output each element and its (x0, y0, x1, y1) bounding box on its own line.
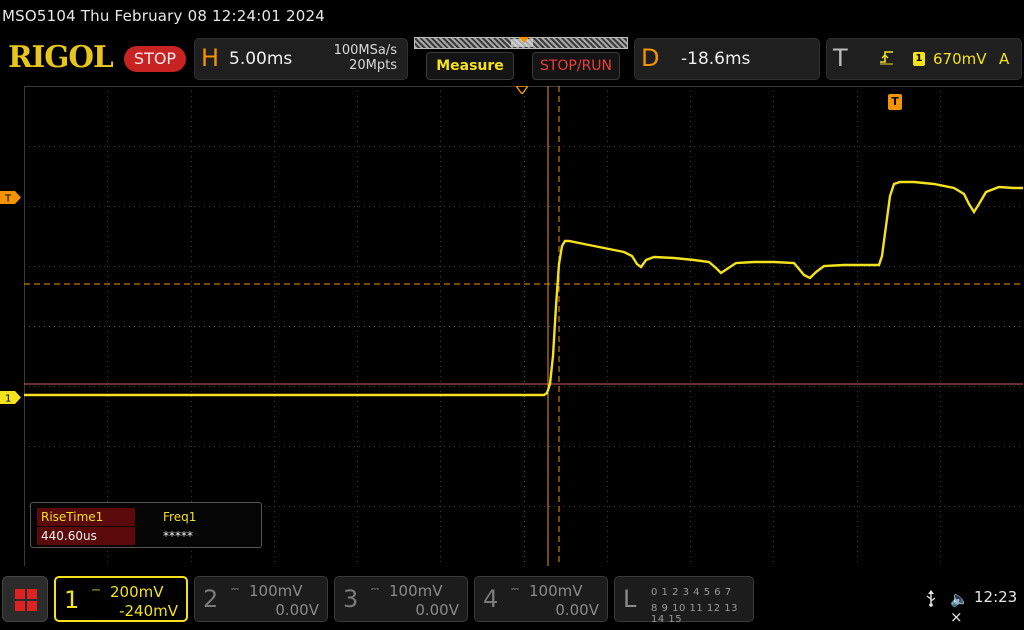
run-state-badge[interactable]: STOP (124, 46, 186, 72)
trigger-level-value: 670mV (933, 50, 987, 68)
channel-offset: -240mV (119, 602, 178, 620)
trigger-position-badge: T (888, 94, 902, 110)
channel-offset: 0.00V (415, 601, 459, 619)
dc-coupling-icon: ⎓ (231, 584, 239, 595)
measurement-table[interactable]: RiseTime1 440.60us Freq1 ***** (30, 502, 262, 548)
system-clock: 12:23 (974, 588, 1018, 606)
measurement-label: Freq1 (163, 510, 197, 524)
channel-scale: 100mV (529, 582, 583, 600)
horizontal-panel[interactable]: H 5.00ms 100MSa/s 20Mpts (194, 38, 408, 80)
trigger-time-marker-icon[interactable] (516, 86, 528, 94)
channel-4-panel[interactable]: 4 ⎓ 100mV 0.00V (474, 576, 608, 622)
main-menu-button[interactable] (2, 576, 48, 622)
channel-number: 1 (64, 586, 80, 614)
channel-number: 4 (483, 585, 499, 613)
measure-button[interactable]: Measure (426, 52, 514, 80)
channel-2-panel[interactable]: 2 ⎓ 100mV 0.00V (194, 576, 328, 622)
logic-channels-panel[interactable]: L 0 1 2 3 4 5 6 7 8 9 10 11 12 13 14 15 (614, 576, 754, 625)
rigol-logo: RIGOL (8, 40, 114, 75)
trigger-mode: A (999, 50, 1010, 68)
delay-value: -18.6ms (681, 49, 751, 69)
measurement-label: RiseTime1 (37, 508, 135, 526)
delay-panel[interactable]: D -18.6ms (634, 38, 820, 80)
acquisition-info: 100MSa/s 20Mpts (334, 43, 397, 73)
channel-scale: 100mV (389, 582, 443, 600)
horizontal-letter: H (201, 44, 220, 72)
bottom-bar: 1 ⎓ 200mV -240mV 2 ⎓ 100mV 0.00V 3 ⎓ 100… (0, 572, 1024, 630)
top-bar: RIGOL STOP H 5.00ms 100MSa/s 20Mpts Meas… (0, 34, 1024, 86)
channel-offset: 0.00V (555, 601, 599, 619)
channel-scale: 100mV (249, 582, 303, 600)
waveform-display[interactable] (24, 86, 1023, 566)
trigger-level-marker[interactable]: T (0, 191, 22, 204)
dc-coupling-icon: ⎓ (511, 584, 519, 595)
logic-letter: L (623, 585, 637, 613)
sample-rate: 100MSa/s (333, 43, 397, 58)
rising-edge-icon (879, 48, 895, 70)
dc-coupling-icon: ⎓ (371, 584, 379, 595)
usb-icon (926, 590, 936, 607)
channel-number: 2 (203, 585, 219, 613)
dc-coupling-icon: ⎓ (92, 585, 100, 596)
svg-text:T: T (4, 194, 12, 205)
menu-grid-icon (15, 589, 37, 611)
memory-position-strip (414, 37, 628, 49)
channel-1-panel[interactable]: 1 ⎓ 200mV -240mV (54, 576, 188, 622)
channel1-ground-marker[interactable]: 1 (0, 391, 22, 404)
window-title: MSO5104 Thu February 08 12:24:01 2024 (2, 7, 325, 25)
channel-scale: 200mV (110, 583, 164, 601)
channel-number: 3 (343, 585, 359, 613)
ch1-waveform (24, 180, 1023, 397)
memory-depth: 20Mpts (349, 58, 397, 73)
trigger-letter: T (833, 44, 848, 72)
timebase-value: 5.00ms (229, 49, 293, 69)
grid-lines (24, 86, 1023, 566)
trigger-panel[interactable]: T 1 670mV A (826, 38, 1022, 80)
graticule (24, 86, 1023, 566)
logic-channels-row: 8 9 10 11 12 13 14 15 (651, 603, 739, 625)
measurement-value: 440.60us (37, 527, 135, 545)
svg-text:1: 1 (5, 394, 11, 405)
delay-letter: D (641, 44, 660, 72)
channel-3-panel[interactable]: 3 ⎓ 100mV 0.00V (334, 576, 468, 622)
trigger-position-marker-icon (519, 37, 529, 43)
stop-run-button[interactable]: STOP/RUN (532, 52, 620, 80)
trigger-source-badge: 1 (913, 52, 925, 66)
measurement-value: ***** (163, 529, 193, 543)
logic-channels-row: 0 1 2 3 4 5 6 7 (651, 587, 732, 598)
speaker-muted-icon[interactable]: 🔈× (950, 590, 969, 626)
channel-offset: 0.00V (275, 601, 319, 619)
